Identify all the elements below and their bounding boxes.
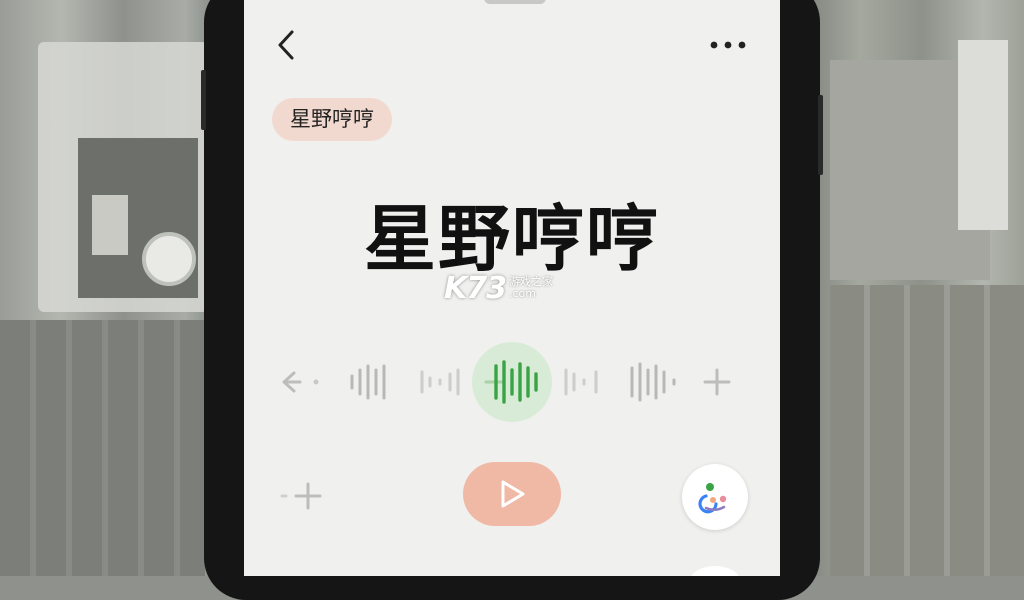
back-button[interactable] <box>270 26 306 66</box>
waveform-active-icon <box>484 360 538 404</box>
voice-item-1[interactable] <box>346 340 396 424</box>
app-screen: 星野哼哼 星野哼哼 K73 游戏之家 .com <box>244 0 780 576</box>
phone-side-button <box>201 70 206 130</box>
background-cables <box>0 320 205 576</box>
background-knob <box>142 232 196 286</box>
voice-item-4[interactable] <box>560 340 610 424</box>
voice-tag-label: 星野哼哼 <box>290 107 374 131</box>
phone-side-button-right <box>818 95 823 175</box>
watermark-logo: K73 <box>444 270 507 306</box>
more-options-button[interactable] <box>706 30 750 60</box>
play-button[interactable] <box>463 462 561 526</box>
play-icon <box>501 480 525 508</box>
plus-icon <box>280 482 322 510</box>
watermark-line2: .com <box>509 287 536 300</box>
background-block <box>92 195 128 255</box>
people-icon <box>698 483 727 514</box>
voice-item-5[interactable] <box>626 340 682 424</box>
waveform-icon <box>630 362 676 402</box>
add-voice-button[interactable] <box>692 340 742 424</box>
waveform-icon <box>564 368 598 396</box>
waveform-icon <box>350 364 386 400</box>
previous-button[interactable] <box>272 340 332 424</box>
add-button[interactable] <box>278 478 328 514</box>
more-horizontal-icon <box>710 41 746 49</box>
voice-item-2[interactable] <box>416 340 466 424</box>
secondary-fab[interactable] <box>690 566 740 576</box>
waveform-icon <box>420 368 460 396</box>
camera-notch <box>484 0 546 4</box>
watermark-text: 游戏之家 .com <box>509 276 553 300</box>
voice-tag[interactable]: 星野哼哼 <box>272 98 392 141</box>
arrow-left-icon <box>282 371 319 393</box>
background-strip <box>958 40 1008 230</box>
background-stripes <box>830 285 1024 576</box>
chevron-left-icon <box>278 30 294 60</box>
voice-carousel <box>272 340 752 424</box>
site-watermark: K73 游戏之家 .com <box>444 270 553 306</box>
share-button[interactable] <box>682 464 748 530</box>
plus-icon <box>703 368 731 396</box>
voice-item-active[interactable] <box>482 340 544 424</box>
